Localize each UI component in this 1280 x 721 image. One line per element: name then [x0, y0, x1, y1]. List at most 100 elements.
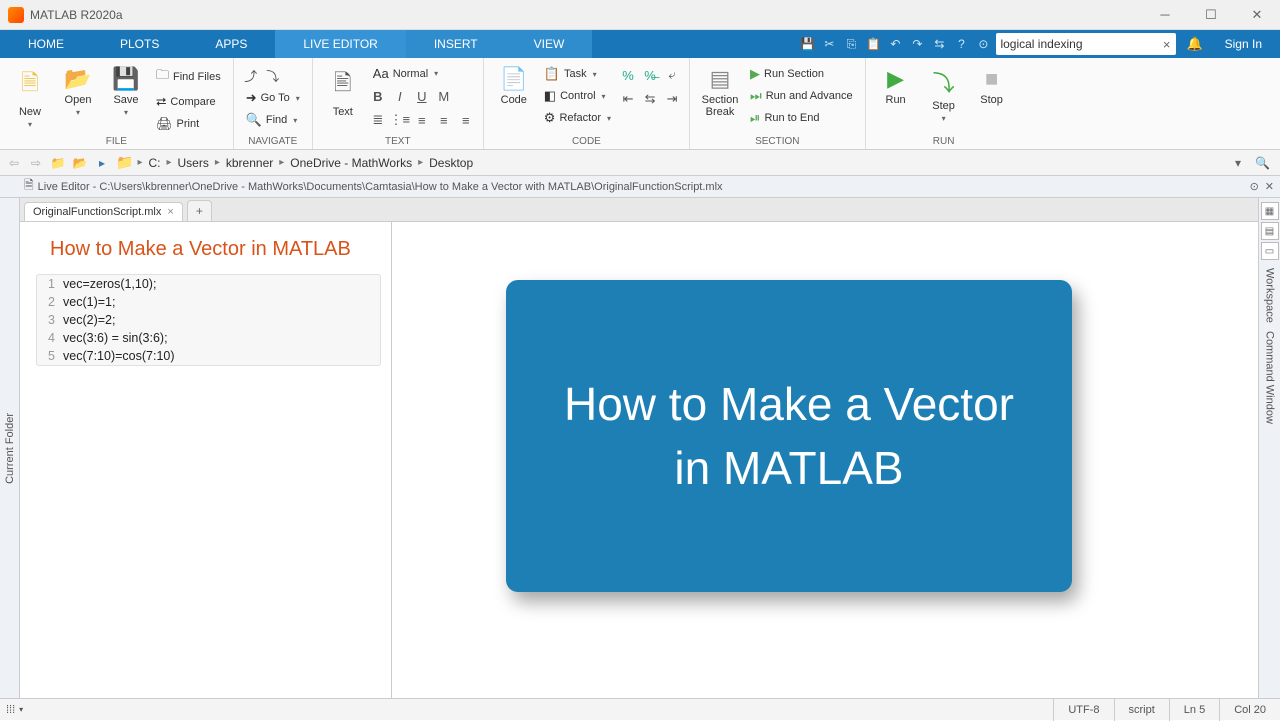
search-input[interactable] — [1000, 37, 1160, 51]
workspace-panel-icon[interactable]: ▦ — [1261, 202, 1279, 220]
notification-icon[interactable]: 🔔 — [1180, 36, 1208, 52]
help-qat-icon[interactable]: ? — [952, 35, 970, 53]
crumb-1[interactable]: Users — [174, 156, 213, 170]
nav-down-icon[interactable]: ⤵ — [264, 66, 282, 84]
underline-icon[interactable]: U — [413, 87, 431, 105]
compare-icon: ⮂ — [156, 94, 166, 110]
qat-dropdown-icon[interactable]: ⊙ — [974, 35, 992, 53]
file-tab-label: OriginalFunctionScript.mlx — [33, 206, 161, 218]
indent-auto-icon[interactable]: ⇆ — [641, 90, 659, 108]
addr-search-icon[interactable]: 🔍 — [1249, 156, 1276, 170]
crumb-2[interactable]: kbrenner — [222, 156, 277, 170]
tab-live-editor[interactable]: LIVE EDITOR — [275, 30, 405, 58]
list-number-icon[interactable]: ⋮≡ — [391, 111, 409, 129]
wrap-icon[interactable]: ⤶ — [663, 66, 681, 84]
code-line: vec(2)=2; — [63, 311, 115, 329]
print-icon: 🖨 — [156, 116, 173, 132]
task-button[interactable]: 📋Task — [540, 64, 615, 84]
add-tab-button[interactable]: + — [187, 200, 212, 221]
redo-qat-icon[interactable]: ↷ — [908, 35, 926, 53]
indent-right-icon[interactable]: ⇥ — [663, 90, 681, 108]
run-advance-button[interactable]: ⏭Run and Advance — [746, 86, 857, 106]
text-group-label: TEXT — [321, 134, 475, 147]
italic-icon[interactable]: I — [391, 87, 409, 105]
tab-home[interactable]: HOME — [0, 30, 92, 58]
stop-icon: ■ — [985, 66, 998, 92]
find-button[interactable]: 🔍Find — [242, 110, 304, 130]
text-style-dropdown[interactable]: AaNormal — [369, 64, 475, 83]
run-icon: ▶ — [887, 66, 904, 92]
bold-icon[interactable]: B — [369, 87, 387, 105]
run-button[interactable]: ▶Run — [874, 62, 918, 106]
step-button[interactable]: ⤵Step▾ — [922, 62, 966, 123]
status-bar: ⁞⁞⁞ ▾ UTF-8 script Ln 5 Col 20 — [0, 698, 1280, 720]
new-button[interactable]: 🗎New▾ — [8, 62, 52, 129]
nav-fwd-icon[interactable]: ⇨ — [26, 153, 46, 173]
search-clear-icon[interactable]: × — [1161, 37, 1173, 52]
status-drop-icon[interactable]: ▾ — [17, 705, 23, 714]
refactor-button[interactable]: ⚙Refactor — [540, 108, 615, 128]
section-break-button[interactable]: ▤Section Break — [698, 62, 742, 118]
code-pane[interactable]: How to Make a Vector in MATLAB 1vec=zero… — [20, 222, 392, 698]
comment-icon[interactable]: % — [619, 66, 637, 84]
status-busy-icon: ⁞⁞⁞ — [6, 704, 15, 716]
goto-button[interactable]: ➜Go To — [242, 88, 304, 108]
nav-up-icon[interactable]: ⤴ — [242, 66, 260, 84]
command-window-label[interactable]: Command Window — [1264, 325, 1276, 424]
mono-icon[interactable]: M — [435, 87, 453, 105]
crumb-3[interactable]: OneDrive - MathWorks — [286, 156, 416, 170]
addr-dropdown-icon[interactable]: ▾ — [1229, 156, 1247, 170]
list-bullet-icon[interactable]: ≣ — [369, 111, 387, 129]
copy-qat-icon[interactable]: ⎘ — [842, 35, 860, 53]
align-center-icon[interactable]: ≡ — [435, 111, 453, 129]
nav-back-icon[interactable]: ⇦ — [4, 153, 24, 173]
line-number: 3 — [37, 311, 63, 329]
control-button[interactable]: ◧Control — [540, 86, 615, 106]
print-button[interactable]: 🖨Print — [152, 114, 225, 134]
document-title: How to Make a Vector in MATLAB — [30, 236, 381, 274]
save-qat-icon[interactable]: 💾 — [798, 35, 816, 53]
align-left-icon[interactable]: ≡ — [413, 111, 431, 129]
code-block[interactable]: 1vec=zeros(1,10); 2vec(1)=1; 3vec(2)=2; … — [36, 274, 381, 366]
compare-button[interactable]: ⮂Compare — [152, 92, 225, 112]
cut-qat-icon[interactable]: ✂ — [820, 35, 838, 53]
workspace-label[interactable]: Workspace — [1264, 262, 1276, 323]
text-button[interactable]: 🖹Text — [321, 62, 365, 118]
save-button[interactable]: 💾Save▾ — [104, 62, 148, 117]
indent-left-icon[interactable]: ⇤ — [619, 90, 637, 108]
uncomment-icon[interactable]: %̶ — [641, 66, 659, 84]
file-tab-close-icon[interactable]: × — [167, 206, 173, 218]
tab-apps[interactable]: APPS — [187, 30, 275, 58]
find-files-button[interactable]: 🗀Find Files — [152, 64, 225, 90]
file-tab[interactable]: OriginalFunctionScript.mlx × — [24, 202, 183, 221]
layout-panel-icon[interactable]: ▤ — [1261, 222, 1279, 240]
crumb-0[interactable]: C: — [144, 156, 164, 170]
close-button[interactable]: ✕ — [1234, 0, 1280, 30]
maximize-button[interactable]: ☐ — [1188, 0, 1234, 30]
run-section-button[interactable]: ▶Run Section — [746, 64, 857, 84]
status-type: script — [1114, 699, 1169, 721]
switch-qat-icon[interactable]: ⇆ — [930, 35, 948, 53]
tab-view[interactable]: VIEW — [506, 30, 593, 58]
code-button[interactable]: 📄Code — [492, 62, 536, 106]
crumb-4[interactable]: Desktop — [425, 156, 477, 170]
search-box[interactable]: × — [996, 33, 1176, 55]
output-panel-icon[interactable]: ▭ — [1261, 242, 1279, 260]
align-right-icon[interactable]: ≡ — [457, 111, 475, 129]
signin-button[interactable]: Sign In — [1213, 37, 1274, 51]
nav-parent-icon[interactable]: 📂 — [70, 153, 90, 173]
code-icon: 📄 — [500, 66, 527, 92]
doc-close-icon[interactable]: ✕ — [1265, 180, 1274, 193]
nav-up-folder-icon[interactable]: 📁 — [48, 153, 68, 173]
stop-button[interactable]: ■Stop — [970, 62, 1014, 106]
open-button[interactable]: 📂Open▾ — [56, 62, 100, 117]
minimize-button[interactable]: ─ — [1142, 0, 1188, 30]
undo-qat-icon[interactable]: ↶ — [886, 35, 904, 53]
run-to-end-button[interactable]: ⏯Run to End — [746, 108, 857, 128]
current-folder-panel[interactable]: Current Folder — [0, 198, 20, 698]
address-bar: ⇦ ⇨ 📁 📂 ▸ 📁 ▸ C:▸ Users▸ kbrenner▸ OneDr… — [0, 150, 1280, 176]
tab-plots[interactable]: PLOTS — [92, 30, 187, 58]
tab-insert[interactable]: INSERT — [406, 30, 506, 58]
doc-eye-icon[interactable]: ⊙ — [1250, 180, 1259, 193]
paste-qat-icon[interactable]: 📋 — [864, 35, 882, 53]
